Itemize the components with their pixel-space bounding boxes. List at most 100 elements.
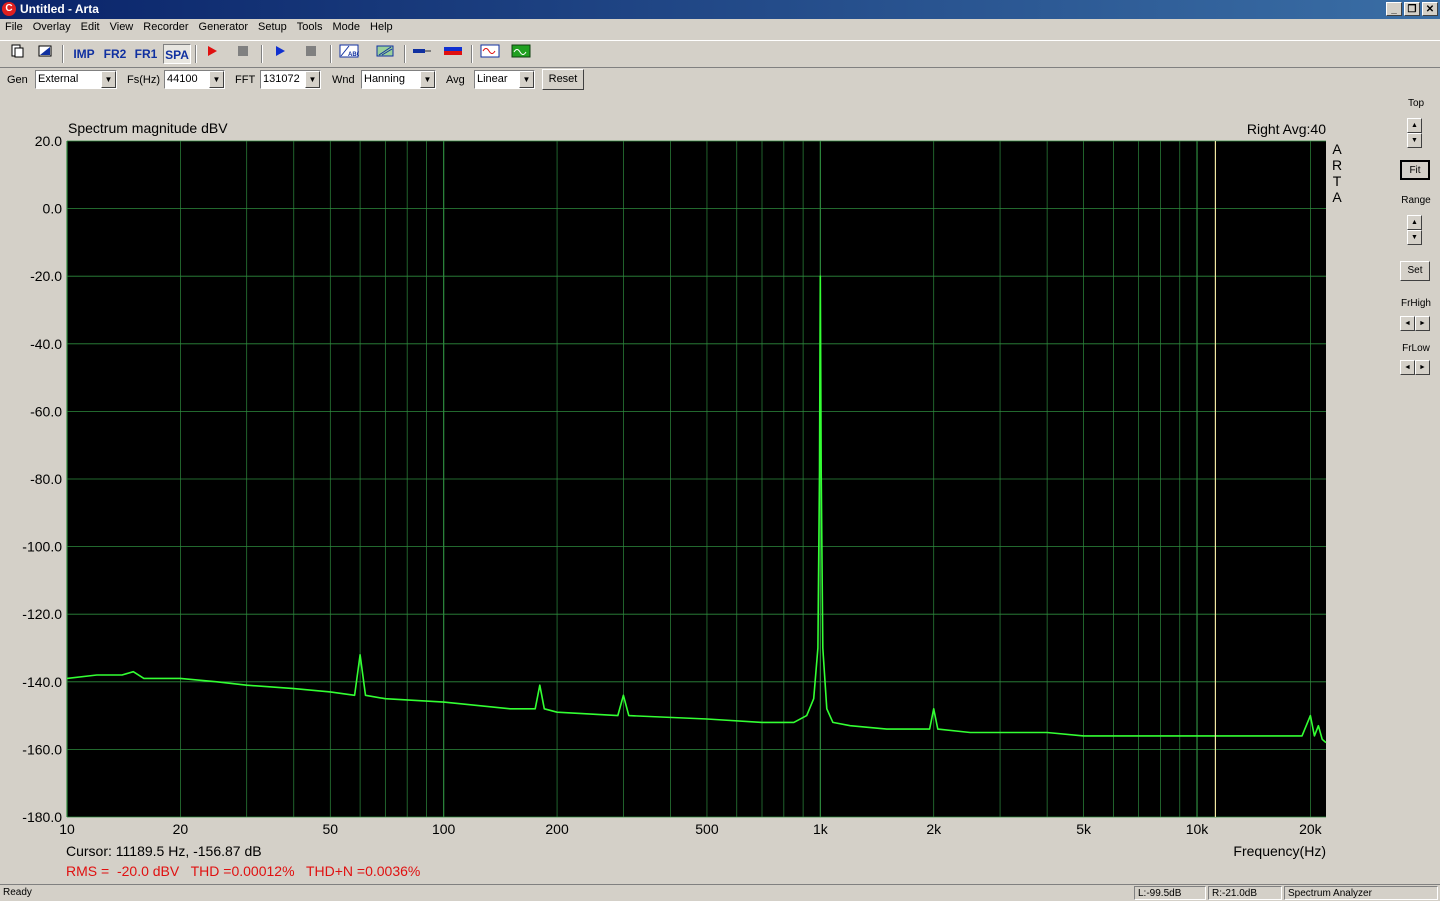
- toolbar-separator: [261, 45, 263, 63]
- stop-record-button[interactable]: [231, 44, 255, 64]
- menu-tools[interactable]: Tools: [292, 19, 328, 33]
- title-bar: C Untitled - Arta _ ❐ ✕: [0, 0, 1440, 19]
- menu-bar: File Overlay Edit View Recorder Generator Setu…: [0, 19, 1440, 38]
- frlow-label: FrLow: [1402, 343, 1430, 354]
- watermark-letter: A: [1332, 141, 1342, 157]
- chevron-down-icon[interactable]: ▼: [305, 71, 320, 88]
- x-tick-label: 20k: [1299, 821, 1323, 837]
- open-file-icon: [38, 45, 52, 57]
- menu-mode[interactable]: Mode: [327, 19, 365, 33]
- probe-button[interactable]: [410, 44, 434, 64]
- restore-button[interactable]: ❐: [1404, 2, 1420, 16]
- app-icon[interactable]: C: [2, 2, 16, 16]
- plot-panel: 20.0 0.0 -20.0 -40.0 -60.0 -80.0 -100.0 -120.0 -…: [0, 94, 1392, 884]
- right-control-panel: Top ▲ ▼ Fit Range ▲ ▼ Set FrHigh ◄ ► FrL…: [1392, 94, 1440, 884]
- triangle-down-icon: ▼: [1411, 234, 1418, 241]
- fr1-mode-button[interactable]: FR1: [132, 44, 160, 64]
- menu-view[interactable]: View: [105, 19, 139, 33]
- new-file-button[interactable]: [5, 44, 29, 64]
- y-tick-label: -20.0: [30, 268, 62, 284]
- menu-help[interactable]: Help: [365, 19, 398, 33]
- x-tick-label: 10: [59, 821, 75, 837]
- watermark-letter: R: [1332, 157, 1342, 173]
- fs-select[interactable]: 44100 ▼: [164, 70, 225, 89]
- menu-generator[interactable]: Generator: [194, 19, 254, 33]
- open-file-button[interactable]: [33, 44, 57, 64]
- generator-play-button[interactable]: [268, 44, 292, 64]
- generator-stop-button[interactable]: [299, 44, 323, 64]
- parameters-bar: Gen External ▼ Fs(Hz) 44100 ▼ FFT 131072…: [0, 68, 1440, 92]
- y-tick-label: -60.0: [30, 403, 62, 419]
- avg-label: Avg: [446, 74, 465, 86]
- status-left-level: L:-99.5dB: [1134, 886, 1206, 900]
- triangle-left-icon: ◄: [1404, 320, 1411, 327]
- spectrum-mode-button[interactable]: SPA: [163, 44, 191, 64]
- range-down-button[interactable]: ▼: [1407, 230, 1422, 245]
- chevron-down-icon[interactable]: ▼: [209, 71, 224, 88]
- measurement-readout: RMS = -20.0 dBV THD =0.00012% THD+N =0.0…: [66, 863, 420, 879]
- level-meter-button[interactable]: [441, 44, 465, 64]
- y-tick-label: -140.0: [22, 674, 62, 690]
- overlay-icon: [376, 45, 394, 57]
- y-tick-labels: 20.0 0.0 -20.0 -40.0 -60.0 -80.0 -100.0 -120.0 -…: [22, 133, 62, 825]
- triangle-right-icon: ►: [1419, 320, 1426, 327]
- stop-icon: [306, 46, 316, 56]
- fs-label: Fs(Hz): [127, 74, 160, 86]
- avg-select[interactable]: Linear ▼: [474, 70, 535, 89]
- menu-setup[interactable]: Setup: [253, 19, 292, 33]
- toolbar: IMP FR2 FR1 SPA ABC: [0, 40, 1440, 68]
- x-tick-label: 1k: [813, 821, 829, 837]
- window-controls: _ ❐ ✕: [1384, 2, 1438, 16]
- minimize-button[interactable]: _: [1386, 2, 1402, 16]
- overlay-button[interactable]: [373, 44, 397, 64]
- toolbar-separator: [62, 45, 64, 63]
- triangle-up-icon: ▲: [1411, 122, 1418, 129]
- probe-icon: [413, 49, 431, 53]
- y-tick-label: -100.0: [22, 539, 62, 555]
- record-button[interactable]: [200, 44, 224, 64]
- play-red-icon: [208, 46, 217, 56]
- top-up-button[interactable]: ▲: [1407, 118, 1422, 133]
- set-button[interactable]: Set: [1400, 261, 1430, 281]
- frhigh-left-button[interactable]: ◄: [1400, 316, 1415, 331]
- wnd-value: Hanning: [364, 73, 405, 85]
- frhigh-right-button[interactable]: ►: [1415, 316, 1430, 331]
- fr2-mode-button[interactable]: FR2: [101, 44, 129, 64]
- x-tick-label: 2k: [926, 821, 942, 837]
- abc-label-icon: ABC: [339, 44, 362, 58]
- fit-button[interactable]: Fit: [1400, 160, 1430, 180]
- x-axis-label: Frequency(Hz): [1233, 843, 1326, 859]
- range-label: Range: [1401, 195, 1431, 206]
- top-down-button[interactable]: ▼: [1407, 133, 1422, 148]
- signal-monitor-button[interactable]: [509, 44, 533, 64]
- chevron-down-icon[interactable]: ▼: [420, 71, 435, 88]
- impulse-mode-button[interactable]: IMP: [70, 44, 98, 64]
- toolbar-separator: [471, 45, 473, 63]
- wnd-select[interactable]: Hanning ▼: [361, 70, 436, 89]
- spectrum-chart[interactable]: 20.0 0.0 -20.0 -40.0 -60.0 -80.0 -100.0 -120.0 -…: [0, 94, 1392, 884]
- triangle-right-icon: ►: [1419, 364, 1426, 371]
- x-tick-label: 5k: [1076, 821, 1092, 837]
- annotate-button[interactable]: ABC: [337, 44, 362, 64]
- frlow-left-button[interactable]: ◄: [1400, 360, 1415, 375]
- signal-monitor-icon: [511, 44, 531, 58]
- chevron-down-icon[interactable]: ▼: [519, 71, 534, 88]
- fft-select[interactable]: 131072 ▼: [260, 70, 321, 89]
- close-button[interactable]: ✕: [1422, 2, 1438, 16]
- window-title: Untitled - Arta: [20, 2, 99, 16]
- frhigh-label: FrHigh: [1400, 298, 1431, 309]
- y-tick-label: -120.0: [22, 606, 62, 622]
- play-blue-icon: [276, 46, 285, 56]
- menu-edit[interactable]: Edit: [76, 19, 105, 33]
- chevron-down-icon[interactable]: ▼: [101, 71, 116, 88]
- y-tick-label: -160.0: [22, 741, 62, 757]
- range-up-button[interactable]: ▲: [1407, 215, 1422, 230]
- menu-recorder[interactable]: Recorder: [138, 19, 193, 33]
- oscilloscope-button[interactable]: [478, 44, 502, 64]
- menu-overlay[interactable]: Overlay: [28, 19, 76, 33]
- frlow-right-button[interactable]: ►: [1415, 360, 1430, 375]
- gen-select[interactable]: External ▼: [35, 70, 117, 89]
- menu-file[interactable]: File: [0, 19, 28, 33]
- avg-value: Linear: [477, 73, 508, 85]
- reset-button[interactable]: Reset: [542, 69, 584, 90]
